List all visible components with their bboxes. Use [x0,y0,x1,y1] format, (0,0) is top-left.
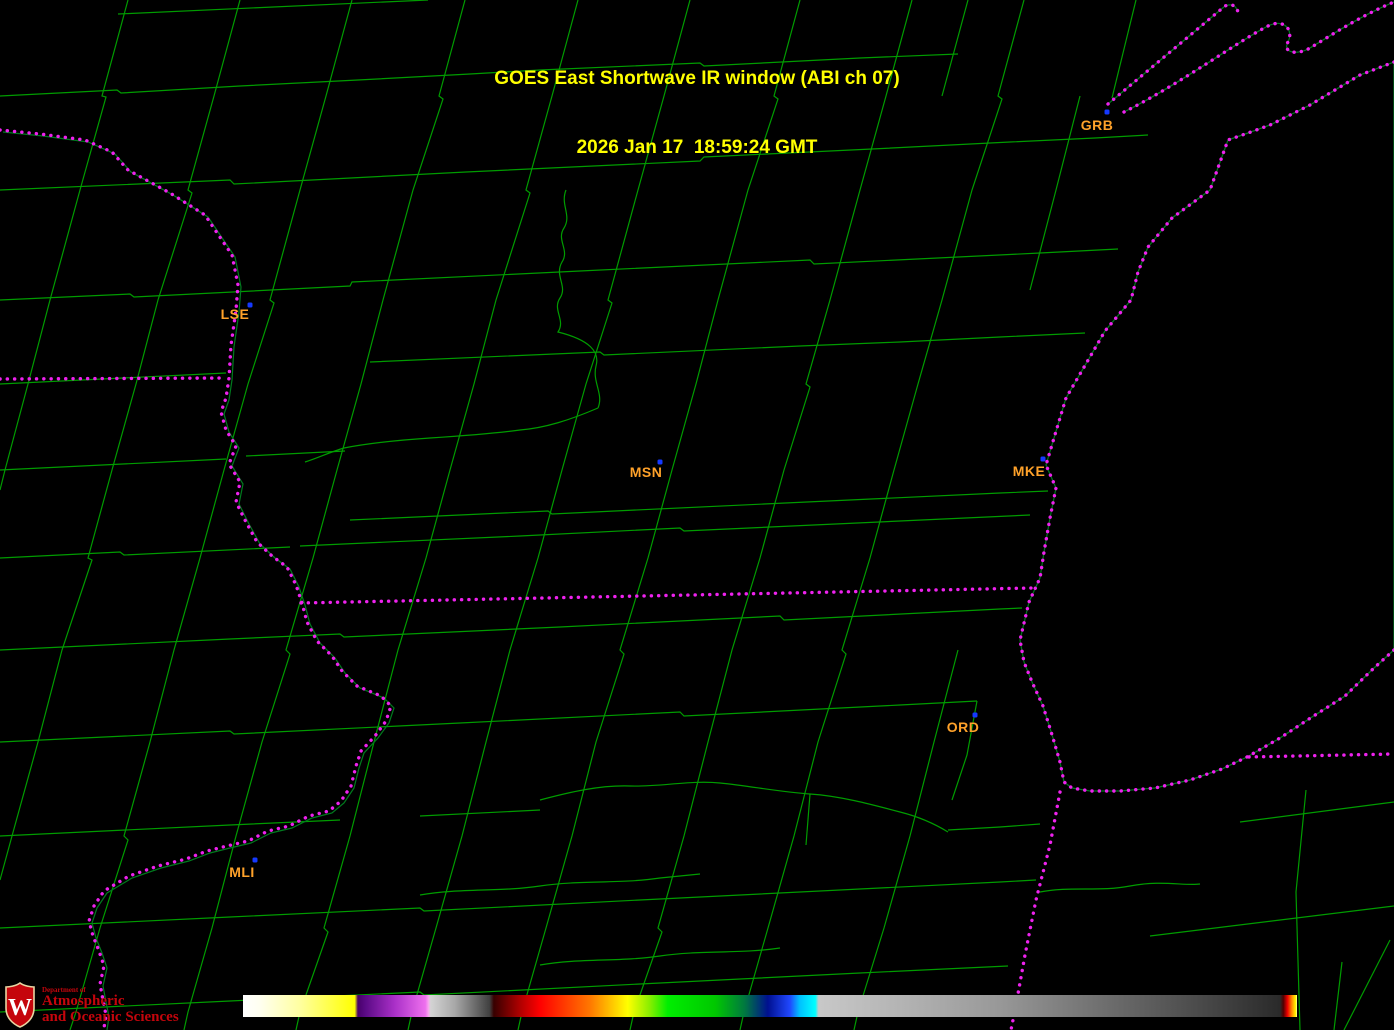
station-dot-grb [1105,110,1110,115]
svg-text:W: W [8,995,32,1021]
uw-aos-logo: W Department of Atmospheric and Oceanic … [4,982,179,1028]
station-label-mke: MKE [1013,463,1046,479]
color-scale-bar [243,995,1297,1017]
station-label-msn: MSN [630,464,663,480]
logo-line-2: and Oceanic Sciences [42,1010,179,1026]
station-dot-ord [973,713,978,718]
uw-crest-icon: W [4,982,36,1028]
mississippi-river-border [0,130,391,1028]
image-title: GOES East Shortwave IR window (ABI ch 07… [0,21,1394,205]
title-line-2: 2026 Jan 17 18:59:24 GMT [0,136,1394,159]
station-dot-mke [1041,457,1046,462]
station-label-grb: GRB [1081,117,1114,133]
station-dot-mli [253,858,258,863]
station-label-mli: MLI [229,864,255,880]
county-lines-southeast [1040,790,1394,1030]
wi-il-border [301,588,1032,603]
station-label-ord: ORD [947,719,980,735]
logo-text: Department of Atmospheric and Oceanic Sc… [42,982,179,1026]
in-mi-border [1249,754,1394,757]
goes-satellite-viewer: GOES East Shortwave IR window (ABI ch 07… [0,0,1394,1030]
title-line-1: GOES East Shortwave IR window (ABI ch 07… [0,67,1394,90]
station-label-lse: LSE [221,306,250,322]
logo-line-1: Atmospheric [42,994,179,1010]
